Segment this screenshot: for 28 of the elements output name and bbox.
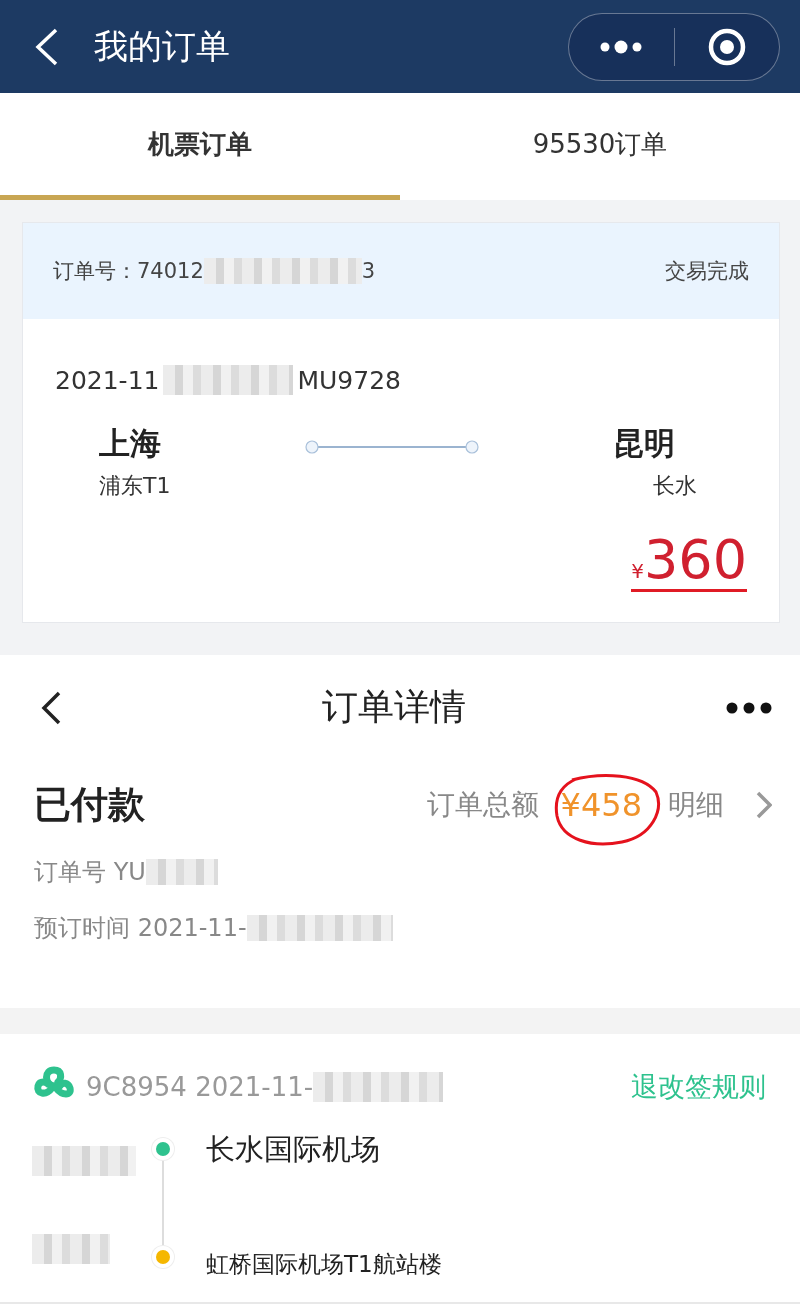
destination-airport: 长水 <box>653 472 697 500</box>
order-number-suffix: 3 <box>361 259 376 283</box>
order-number: 订单号：74012 <box>53 258 204 285</box>
flight-date: 2021-11 <box>55 365 160 395</box>
route-line-icon <box>303 439 480 455</box>
airport-name: 长水国际机场 <box>206 1131 381 1168</box>
chevron-right-icon[interactable] <box>756 791 772 819</box>
detail-title: 订单详情 <box>321 685 467 729</box>
origin-airport: 浦东T1 <box>99 472 171 500</box>
payment-status: 已付款 <box>34 782 146 828</box>
order-number: 订单号 YU <box>34 857 146 888</box>
flight-number: MU9728 <box>297 365 401 395</box>
more-icon[interactable] <box>726 701 772 714</box>
airport-name: 虹桥国际机场T1航站楼 <box>206 1250 442 1279</box>
flight-info: 9C8954 2021-11- <box>86 1072 314 1102</box>
order-status: 交易完成 <box>665 258 749 285</box>
tab[interactable]: 95530订单 <box>400 93 800 200</box>
destination-city: 昆明 <box>613 424 675 463</box>
order-total: ¥458 <box>560 786 642 824</box>
total-label: 订单总额 <box>426 787 539 823</box>
ticket-price: ¥360 <box>631 533 747 592</box>
origin-city: 上海 <box>99 424 162 463</box>
order-card[interactable]: 订单号：74012 3 交易完成 2021-11 MU9728 上海 浦东T1 昆明 长水 ¥360 <box>22 222 780 623</box>
back-icon[interactable] <box>40 690 62 725</box>
detail-link[interactable]: 明细 <box>668 786 724 824</box>
booking-time: 预订时间 2021-11- <box>34 913 247 944</box>
more-icon[interactable] <box>599 39 644 54</box>
page-title: 我的订单 <box>94 24 231 68</box>
